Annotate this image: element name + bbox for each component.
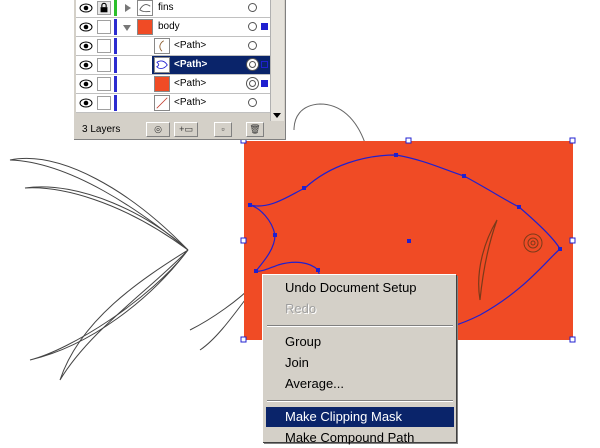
- expand-triangle-icon[interactable]: [125, 4, 131, 12]
- layers-footer: 3 Layers ◎ +▭ ▫ 🗑: [74, 121, 285, 139]
- selection-indicator[interactable]: [261, 80, 268, 87]
- path-thumbnail: [154, 95, 170, 111]
- eye-icon[interactable]: [79, 40, 93, 52]
- target-circle-icon[interactable]: [249, 61, 256, 68]
- menu-item-make-clipping-mask[interactable]: Make Clipping Mask: [266, 407, 454, 427]
- layer-color-bar: [114, 38, 117, 54]
- menu-item-redo: Redo: [285, 301, 317, 316]
- layer-row-path-4[interactable]: <Path>: [76, 94, 270, 113]
- eye-icon[interactable]: [79, 2, 93, 14]
- tail-fins-paths[interactable]: [9, 158, 259, 381]
- target-circle-icon[interactable]: [248, 3, 257, 12]
- lock-toggle-empty[interactable]: [97, 96, 111, 110]
- lock-toggle-empty[interactable]: [97, 58, 111, 72]
- lock-toggle-empty[interactable]: [97, 20, 111, 34]
- menu-item-average[interactable]: Average...: [266, 374, 454, 394]
- dorsal-fin-path[interactable]: [293, 103, 366, 144]
- layer-color-bar: [114, 76, 117, 92]
- layer-thumbnail: [137, 19, 153, 35]
- selection-indicator[interactable]: [261, 61, 268, 68]
- new-layer-button[interactable]: ▫: [214, 122, 232, 137]
- scroll-down-arrow-icon[interactable]: [273, 113, 281, 118]
- layer-color-bar: [114, 19, 117, 35]
- layer-row-fins[interactable]: fins: [76, 0, 270, 18]
- layer-row-path-3[interactable]: <Path>: [76, 75, 270, 94]
- layer-name: <Path>: [174, 97, 207, 108]
- layer-row-path-1[interactable]: <Path>: [76, 37, 270, 56]
- eye-icon[interactable]: [79, 21, 93, 33]
- make-clipping-mask-button[interactable]: ◎: [146, 122, 170, 137]
- target-circle-icon[interactable]: [248, 98, 257, 107]
- path-thumbnail: [154, 57, 170, 73]
- path-thumbnail: [154, 38, 170, 54]
- menu-separator: [267, 325, 453, 327]
- context-menu: Undo Document Setup Redo Group Join Aver…: [262, 274, 456, 445]
- lock-toggle-empty[interactable]: [97, 39, 111, 53]
- layer-row-path-2[interactable]: <Path>: [76, 56, 270, 75]
- menu-item-group[interactable]: Group: [266, 332, 454, 352]
- lock-toggle-empty[interactable]: [97, 77, 111, 91]
- eye-icon[interactable]: [79, 59, 93, 71]
- layer-color-bar: [114, 0, 117, 16]
- layers-scrollbar[interactable]: [270, 0, 284, 121]
- target-circle-icon[interactable]: [249, 80, 256, 87]
- layer-name: fins: [158, 2, 174, 13]
- trash-icon[interactable]: 🗑: [246, 122, 264, 137]
- lock-icon[interactable]: [97, 1, 111, 15]
- eye-icon[interactable]: [79, 78, 93, 90]
- create-sublayer-button[interactable]: +▭: [174, 122, 198, 137]
- eye-icon[interactable]: [79, 97, 93, 109]
- menu-item-join[interactable]: Join: [266, 353, 454, 373]
- target-circle-icon[interactable]: [248, 22, 257, 31]
- layers-panel: fins body <Path> <Path> <Path> <Path> 3 …: [74, 0, 286, 140]
- layer-color-bar: [114, 57, 117, 73]
- layer-name: body: [158, 21, 180, 32]
- menu-item-make-compound-path[interactable]: Make Compound Path: [266, 428, 454, 448]
- layer-thumbnail: [137, 0, 153, 16]
- layer-count: 3 Layers: [82, 124, 121, 135]
- selection-indicator[interactable]: [261, 23, 268, 30]
- layer-name: <Path>: [174, 59, 208, 70]
- target-circle-icon[interactable]: [248, 41, 257, 50]
- collapse-triangle-icon[interactable]: [123, 25, 131, 31]
- layer-row-body[interactable]: body: [76, 18, 270, 37]
- menu-item-undo[interactable]: Undo Document Setup: [266, 278, 454, 298]
- layer-color-bar: [114, 95, 117, 111]
- layer-name: <Path>: [174, 78, 207, 89]
- path-thumbnail: [154, 76, 170, 92]
- menu-separator: [267, 400, 453, 402]
- layer-name: <Path>: [174, 40, 207, 51]
